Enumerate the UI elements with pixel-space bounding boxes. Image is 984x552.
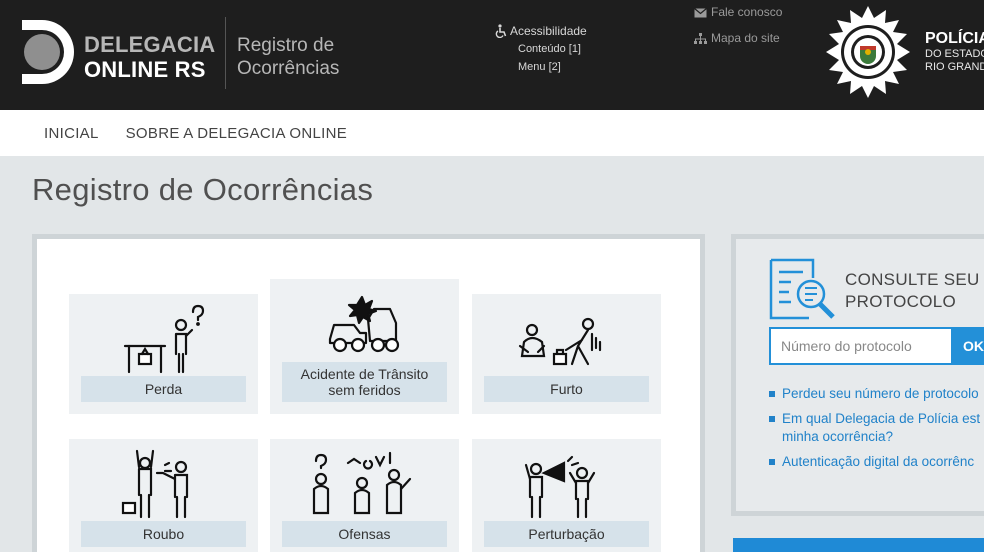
logo-line2: ONLINE RS (84, 57, 206, 82)
logo-sub-line1: Registro de (237, 35, 335, 56)
disturbance-icon (524, 455, 596, 519)
logo-subtitle: Registro de Ocorrências (237, 34, 339, 80)
delegacia-logo-icon[interactable] (18, 16, 74, 88)
tile-acidente-transito[interactable]: Acidente de Trânsito sem feridos (270, 279, 459, 414)
police-badge-icon[interactable] (822, 6, 914, 98)
tile-perda[interactable]: Perda (69, 294, 258, 414)
protocol-title-line2: PROTOCOLO (845, 292, 957, 311)
policia-title: POLÍCIA DO ESTADO RIO GRANDE (925, 30, 984, 74)
logo-text[interactable]: DELEGACIA ONLINE RS (84, 32, 215, 82)
protocol-help-links: Perdeu seu número de protocolo Em qual D… (769, 385, 984, 478)
logo-sub-line2: Ocorrências (237, 58, 340, 79)
page-title: Registro de Ocorrências (32, 172, 374, 207)
policia-line3: RIO GRANDE (925, 61, 984, 73)
accessibility-label: Acessibilidade (510, 24, 587, 38)
policia-line1: POLÍCIA (925, 30, 984, 47)
tile-label: Perda (81, 376, 246, 402)
tile-ofensas[interactable]: Ofensas (270, 439, 459, 552)
protocol-title: CONSULTE SEU PROTOCOLO (845, 269, 980, 313)
fale-conosco-link[interactable]: Fale conosco (694, 4, 782, 21)
mapa-site-link[interactable]: Mapa do site (694, 30, 782, 47)
traffic-accident-icon (328, 295, 400, 353)
nav-item-sobre[interactable]: SOBRE A DELEGACIA ONLINE (126, 125, 347, 142)
protocol-box: CONSULTE SEU PROTOCOLO Número do protoco… (736, 239, 984, 511)
lost-item-icon (123, 304, 205, 374)
site-header: DELEGACIA ONLINE RS Registro de Ocorrênc… (0, 0, 984, 110)
document-search-icon (769, 258, 835, 320)
link-digital-auth[interactable]: Autenticação digital da ocorrênc (769, 453, 984, 471)
tile-label: Furto (484, 376, 649, 402)
protocol-title-line1: CONSULTE SEU (845, 270, 980, 289)
sidebar-next-block (733, 538, 984, 552)
link-lost-protocol[interactable]: Perdeu seu número de protocolo (769, 385, 984, 403)
protocol-ok-button[interactable]: OK (951, 327, 984, 365)
link-which-delegacia[interactable]: Em qual Delegacia de Polícia est minha o… (769, 410, 984, 446)
menu-shortcut-link[interactable]: Menu [2] (494, 58, 587, 76)
envelope-icon (694, 7, 707, 17)
tile-furto[interactable]: Furto (472, 294, 661, 414)
logo-divider (225, 17, 226, 89)
content-shortcut-link[interactable]: Conteúdo [1] (494, 40, 587, 58)
sitemap-icon (694, 33, 707, 44)
accessibility-menu: Acessibilidade Conteúdo [1] Menu [2] (494, 22, 587, 76)
protocol-sidebar: CONSULTE SEU PROTOCOLO Número do protoco… (731, 234, 984, 516)
accessibility-link[interactable]: Acessibilidade (494, 22, 587, 40)
main-nav: INICIAL SOBRE A DELEGACIA ONLINE (0, 110, 984, 156)
fale-conosco-label: Fale conosco (711, 5, 783, 19)
protocol-number-input[interactable]: Número do protocolo (769, 327, 959, 365)
tile-label: Acidente de Trânsito sem feridos (282, 362, 447, 402)
tile-label: Perturbação (484, 521, 649, 547)
tile-label: Ofensas (282, 521, 447, 547)
policia-line2: DO ESTADO (925, 48, 984, 60)
tile-perturbacao[interactable]: Perturbação (472, 439, 661, 552)
robbery-icon (121, 449, 189, 519)
tile-roubo[interactable]: Roubo (69, 439, 258, 552)
theft-icon (518, 317, 602, 366)
wheelchair-icon (495, 24, 507, 38)
offense-icon (312, 451, 412, 515)
link-which-delegacia-text: Em qual Delegacia de Polícia est minha o… (782, 411, 981, 444)
mapa-site-label: Mapa do site (711, 31, 780, 45)
nav-item-inicial[interactable]: INICIAL (44, 125, 99, 142)
logo-line1: DELEGACIA (84, 32, 216, 57)
tile-label: Roubo (81, 521, 246, 547)
contact-links: Fale conosco Mapa do site (694, 4, 782, 56)
occurrence-types-panel: Perda Acidente de Trânsito sem feridos F… (32, 234, 705, 552)
